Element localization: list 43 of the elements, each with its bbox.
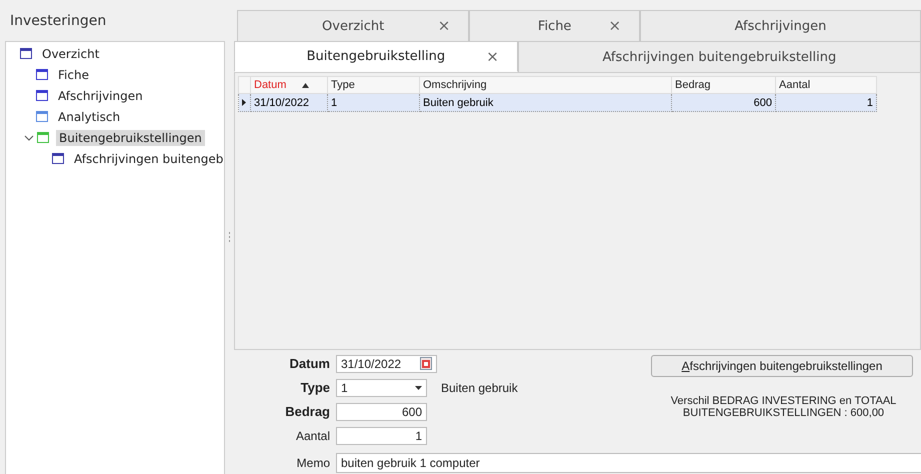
quantity-field[interactable]: 1 <box>336 426 427 444</box>
column-header[interactable]: Datum <box>250 76 328 94</box>
table-cell: 1 <box>328 94 420 112</box>
date-field[interactable]: 31/10/2022 <box>336 354 437 372</box>
tree-item[interactable]: Afschrijvingen <box>55 88 146 104</box>
field-label: Bedrag <box>284 404 330 419</box>
field-label: Datum <box>288 356 330 371</box>
tree-item[interactable]: Analytisch <box>55 108 124 124</box>
tab[interactable]: Fiche × <box>469 10 640 41</box>
close-icon[interactable]: × <box>438 16 450 35</box>
memo-field[interactable]: buiten gebruik 1 computer <box>336 452 921 472</box>
tab[interactable]: Overzicht × <box>237 10 470 41</box>
row-pointer-icon <box>242 98 246 106</box>
tree-item[interactable]: Buitengebruikstellingen <box>56 130 205 146</box>
tree-item[interactable]: Afschrijvingen buitengeb <box>71 150 226 166</box>
tab[interactable]: Afschrijvingen <box>640 10 921 41</box>
field-label: Type <box>300 380 330 395</box>
tab[interactable]: Afschrijvingen buitengebruikstelling <box>518 41 921 72</box>
column-header[interactable]: Type <box>328 76 420 94</box>
depreciation-button[interactable]: Afschrijvingen buitengebruikstellingen <box>651 355 913 377</box>
field-label: Memo <box>296 456 330 470</box>
difference-message: Verschil BEDRAG INVESTERING en TOTAAL BUITENGEBRUIKSTELLINGEN : 600,00 <box>670 395 898 419</box>
column-header[interactable]: Aantal <box>776 76 876 94</box>
field-label: Aantal <box>294 428 330 442</box>
type-description: Buiten gebruik <box>441 380 518 394</box>
column-header[interactable]: Omschrijving <box>420 76 672 94</box>
table-cell: 600 <box>672 94 776 112</box>
panel-title: Investeringen <box>9 12 108 31</box>
tree-item[interactable]: Overzicht <box>39 46 102 62</box>
close-icon[interactable]: × <box>608 16 622 35</box>
column-header[interactable]: Bedrag <box>672 76 776 94</box>
chevron-icon[interactable] <box>22 132 36 142</box>
calendar-icon[interactable] <box>420 357 432 370</box>
type-dropdown[interactable]: 1 <box>336 378 427 396</box>
table-cell: 1 <box>776 94 876 112</box>
dropdown-arrow-icon[interactable] <box>415 386 422 390</box>
tab[interactable]: Buitengebruikstelling × <box>234 41 518 72</box>
close-icon[interactable]: × <box>486 47 499 66</box>
table-cell: Buiten gebruik <box>420 94 672 112</box>
table-cell: 31/10/2022 <box>250 94 328 112</box>
sort-icon <box>302 83 310 88</box>
amount-field[interactable]: 600 <box>336 402 427 420</box>
tree-item[interactable]: Fiche <box>55 66 92 82</box>
